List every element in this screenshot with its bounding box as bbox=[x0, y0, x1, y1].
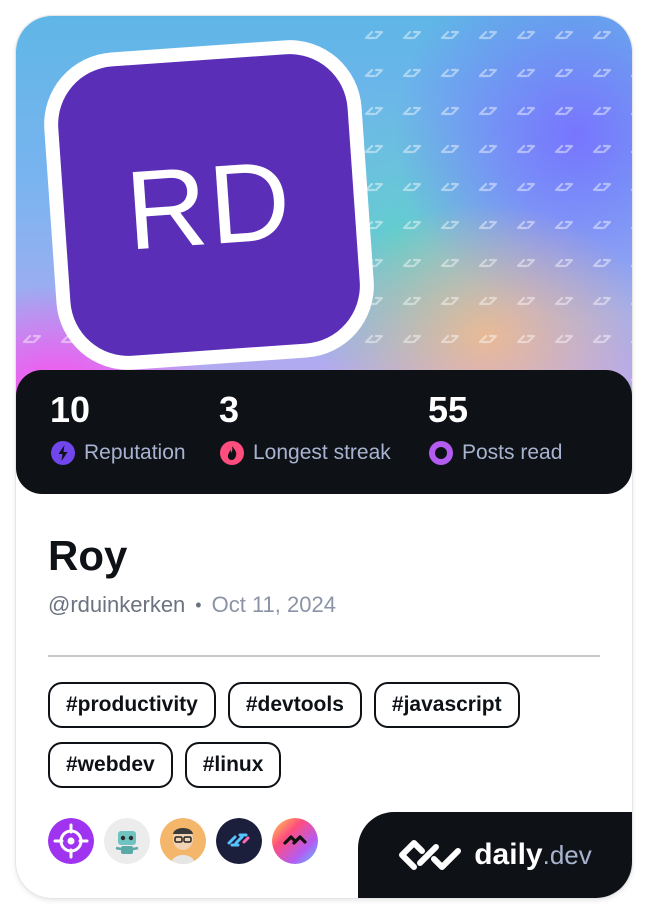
profile-meta: @rduinkerken • Oct 11, 2024 bbox=[48, 592, 336, 618]
divider bbox=[48, 655, 600, 657]
avatar: RD bbox=[54, 50, 364, 360]
tag-linux[interactable]: #linux bbox=[184, 742, 282, 788]
user-handle: @rduinkerken bbox=[48, 592, 186, 617]
avatar-initials: RD bbox=[121, 136, 297, 274]
meta-separator: • bbox=[195, 594, 202, 615]
crosshair-source-icon[interactable] bbox=[48, 818, 94, 864]
reputation-label: Reputation bbox=[84, 441, 186, 464]
reputation-value: 10 bbox=[50, 389, 91, 430]
stats-bar: 10 Reputation 3 Longest streak 55 Posts … bbox=[16, 370, 632, 494]
daily-dev-logo-icon bbox=[399, 840, 462, 870]
tag-devtools[interactable]: #devtools bbox=[227, 682, 362, 728]
memoji-source-icon[interactable] bbox=[160, 818, 206, 864]
user-name: Roy bbox=[48, 532, 128, 579]
join-date: Oct 11, 2024 bbox=[211, 592, 336, 617]
gradient-logo-source-icon[interactable] bbox=[272, 818, 318, 864]
robot-source-icon[interactable] bbox=[104, 818, 150, 864]
posts-read-value: 55 bbox=[428, 389, 469, 430]
stat-longest-streak: 3 Longest streak bbox=[219, 390, 391, 466]
daily-logo-source-icon[interactable] bbox=[216, 818, 262, 864]
daily-dev-brand: daily.dev bbox=[358, 812, 632, 898]
stat-posts-read: 55 Posts read bbox=[428, 390, 562, 466]
streak-label: Longest streak bbox=[253, 441, 391, 464]
profile-info: Roy @rduinkerken • Oct 11, 2024 bbox=[48, 532, 336, 618]
eye-ring-icon bbox=[429, 441, 453, 465]
tag-productivity[interactable]: #productivity bbox=[48, 682, 216, 728]
devcard: RD 10 Reputation 3 Longest streak 55 Pos… bbox=[16, 16, 632, 898]
posts-read-label: Posts read bbox=[462, 441, 563, 464]
lightning-icon bbox=[51, 441, 75, 465]
brand-word: daily bbox=[474, 838, 543, 871]
flame-icon bbox=[220, 441, 244, 465]
tag-javascript[interactable]: #javascript bbox=[373, 682, 520, 728]
tag-webdev[interactable]: #webdev bbox=[48, 742, 173, 788]
source-list bbox=[48, 818, 318, 864]
stat-reputation: 10 Reputation bbox=[50, 390, 186, 466]
tag-list: #productivity #devtools #javascript #webde… bbox=[48, 682, 608, 802]
brand-tld: .dev bbox=[542, 840, 592, 870]
streak-value: 3 bbox=[219, 389, 240, 430]
